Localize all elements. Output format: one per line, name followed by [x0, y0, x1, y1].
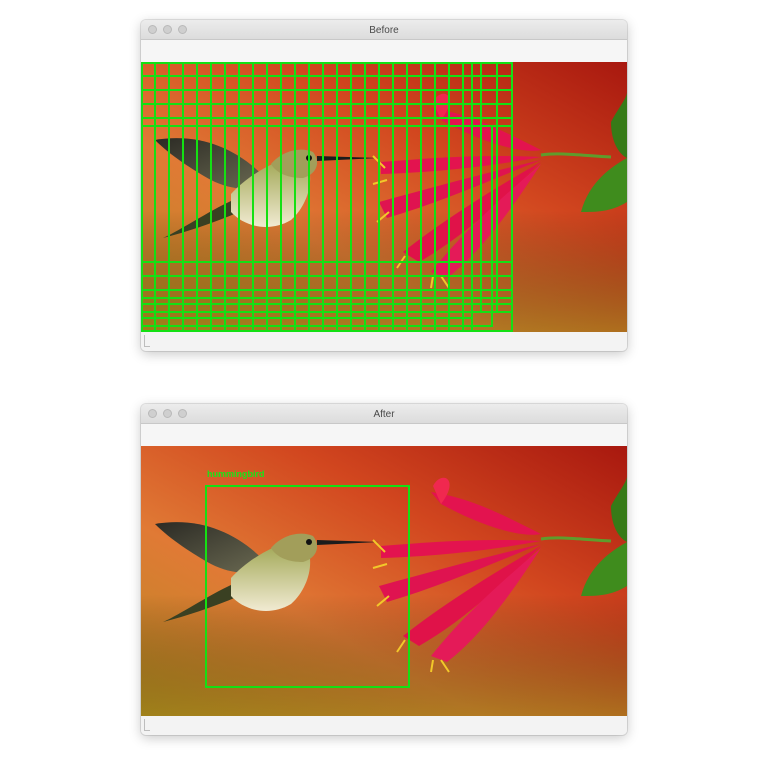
- image-canvas: hummingbird: [141, 446, 627, 716]
- window-statusbar: [141, 332, 627, 351]
- window-titlebar[interactable]: After: [141, 404, 627, 424]
- minimize-window-button[interactable]: [163, 409, 172, 418]
- window-toolbar: [141, 40, 627, 62]
- detection-label: hummingbird: [207, 469, 265, 479]
- zoom-window-button[interactable]: [178, 409, 187, 418]
- background: [141, 62, 627, 332]
- close-window-button[interactable]: [148, 25, 157, 34]
- before-window: Before: [141, 20, 627, 351]
- image-canvas: [141, 62, 627, 332]
- close-window-button[interactable]: [148, 409, 157, 418]
- resize-grip-icon[interactable]: [144, 719, 150, 731]
- window-titlebar[interactable]: Before: [141, 20, 627, 40]
- minimize-window-button[interactable]: [163, 25, 172, 34]
- after-window: After hummingbird: [141, 404, 627, 735]
- window-toolbar: [141, 424, 627, 446]
- resize-grip-icon[interactable]: [144, 335, 150, 347]
- window-title: After: [373, 409, 395, 420]
- zoom-window-button[interactable]: [178, 25, 187, 34]
- window-title: Before: [369, 25, 399, 36]
- window-statusbar: [141, 716, 627, 735]
